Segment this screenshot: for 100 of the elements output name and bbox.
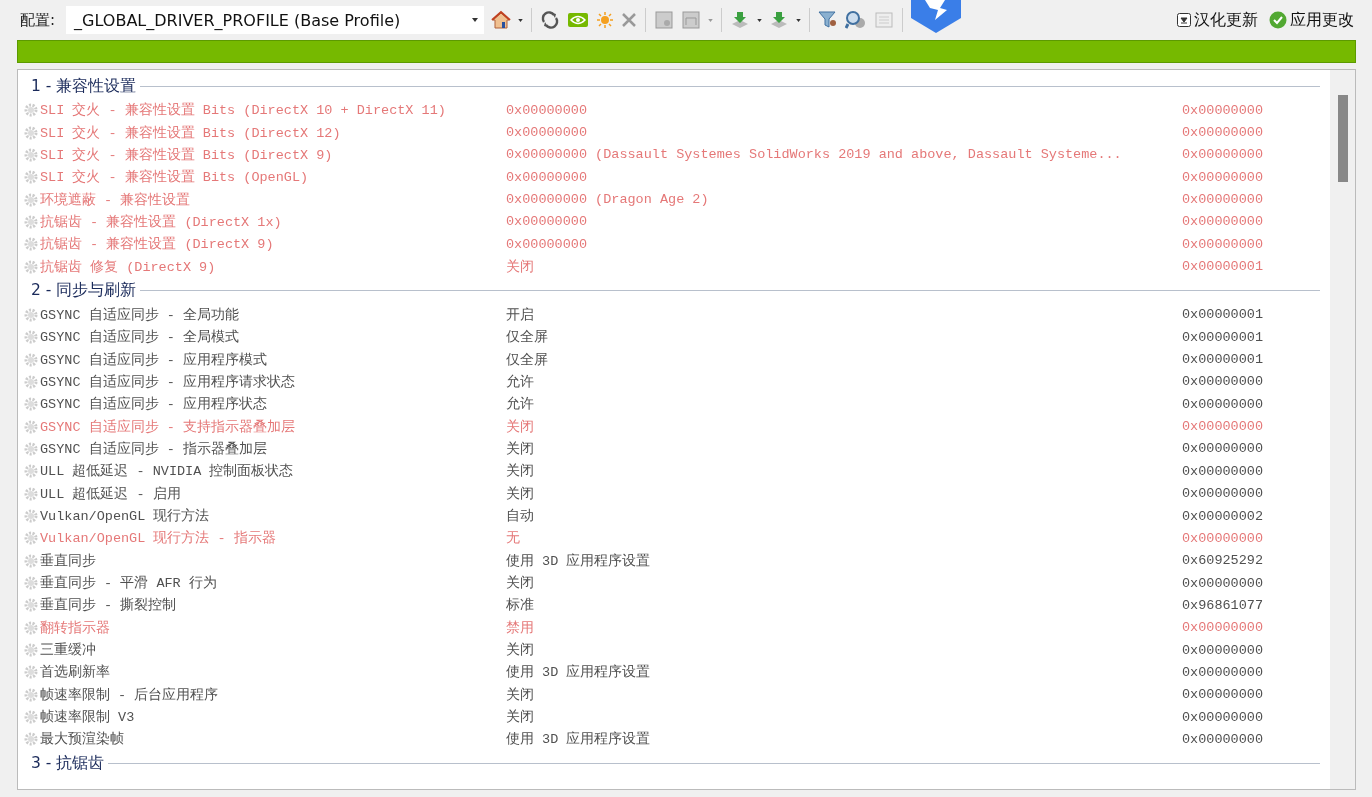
setting-name[interactable]: 帧速率限制 V3 [40,708,506,727]
setting-value[interactable]: 使用 3D 应用程序设置 [506,663,1182,682]
setting-value[interactable]: 关闭 [506,462,1182,481]
apply-button[interactable]: 应用更改 [1265,9,1358,31]
setting-name[interactable]: 最大预渲染帧 [40,730,506,749]
setting-hex-value: 0x00000000 [1182,214,1263,230]
gear-icon [24,531,38,546]
setting-name[interactable]: 首选刷新率 [40,663,506,682]
setting-name[interactable]: ULL 超低延迟 - NVIDIA 控制面板状态 [40,462,506,481]
profile-label: 配置: [20,10,56,30]
setting-name[interactable]: 三重缓冲 [40,641,506,660]
caret-icon[interactable] [796,18,802,22]
setting-hex-value: 0x00000001 [1182,352,1263,368]
setting-name[interactable]: Vulkan/OpenGL 现行方法 [40,507,506,525]
scrollbar-thumb[interactable] [1337,95,1348,182]
setting-hex-value: 0x00000000 [1182,236,1263,252]
profile-dropdown[interactable]: _GLOBAL_DRIVER_PROFILE (Base Profile) [66,6,485,34]
gear-icon [24,125,38,140]
setting-hex-value: 0x00000000 [1182,169,1263,185]
setting-value[interactable]: 仅全屏 [506,350,1182,369]
gear-icon [24,486,38,501]
gear-icon [24,419,38,434]
setting-name[interactable]: GSYNC 自适应同步 - 应用程序状态 [40,395,506,414]
gear-icon [24,576,38,591]
setting-value[interactable]: 允许 [506,372,1182,391]
gear-icon [24,710,38,725]
setting-name[interactable]: GSYNC 自适应同步 - 全局功能 [40,305,506,324]
gear-icon [24,665,38,680]
setting-hex-value: 0x00000000 [1182,664,1263,680]
gear-icon [24,214,38,229]
home-icon[interactable] [489,8,514,32]
gear-icon [24,237,38,252]
setting-value[interactable]: 关闭 [506,574,1182,593]
setting-name[interactable]: 垂直同步 [40,551,506,570]
setting-name[interactable]: GSYNC 自适应同步 - 全局模式 [40,328,506,347]
gear-icon [24,259,38,274]
setting-hex-value: 0x00000000 [1182,530,1263,546]
gear-icon [24,192,38,207]
setting-hex-value: 0x00000000 [1182,102,1263,118]
gear-icon [24,643,38,658]
setting-name[interactable]: GSYNC 自适应同步 - 指示器叠加层 [40,440,506,458]
gear-icon [24,352,38,367]
setting-hex-value: 0x00000001 [1182,259,1263,275]
gear-icon [24,170,38,185]
setting-hex-value: 0x00000001 [1182,329,1263,345]
update-button[interactable]: 汉化更新 [1173,9,1262,31]
setting-hex-value: 0x00000002 [1182,508,1263,524]
gear-icon [24,147,38,162]
setting-value[interactable]: 关闭 [506,440,1182,458]
gear-icon [24,598,38,613]
gear-icon [24,732,38,747]
setting-hex-value: 0x00000000 [1182,396,1263,412]
setting-hex-value: 0x60925292 [1182,553,1263,569]
caret-icon[interactable] [757,18,763,22]
group-header: 3 - 抗锯齿 [31,753,105,775]
gear-icon [24,509,38,523]
group-header: 1 - 兼容性设置 [31,75,137,97]
gear-icon [24,687,38,702]
setting-hex-value: 0x00000001 [1182,307,1263,323]
gear-icon [24,103,38,118]
gear-icon [24,374,38,389]
setting-value[interactable]: 关闭 [506,685,1182,704]
setting-hex-value: 0x00000000 [1182,147,1263,163]
setting-hex-value: 0x00000000 [1182,642,1263,658]
setting-value[interactable]: 关闭 [506,484,1182,503]
download-icon [1177,13,1191,27]
setting-value[interactable]: 标准 [506,596,1182,615]
setting-hex-value: 0x00000000 [1182,486,1263,502]
setting-name[interactable]: 帧速率限制 - 后台应用程序 [40,685,506,704]
setting-hex-value: 0x00000000 [1182,441,1263,457]
gear-icon [24,442,38,456]
setting-name[interactable]: 垂直同步 - 平滑 AFR 行为 [40,574,506,593]
setting-hex-value: 0x96861077 [1182,597,1263,613]
setting-hex-value: 0x00000000 [1182,374,1263,390]
setting-hex-value: 0x00000000 [1182,125,1263,140]
scrollbar[interactable] [1330,70,1355,789]
setting-name[interactable]: GSYNC 自适应同步 - 应用程序模式 [40,350,506,369]
setting-hex-value: 0x00000000 [1182,419,1263,435]
shield-logo-icon [911,0,962,33]
setting-value[interactable]: 开启 [506,305,1182,324]
setting-name[interactable]: GSYNC 自适应同步 - 应用程序请求状态 [40,372,506,391]
gear-icon [24,397,38,412]
setting-name[interactable]: ULL 超低延迟 - 启用 [40,484,506,503]
setting-hex-value: 0x00000000 [1182,192,1263,208]
gear-icon [24,307,38,322]
setting-value[interactable]: 使用 3D 应用程序设置 [506,551,1182,570]
setting-name[interactable]: 垂直同步 - 撕裂控制 [40,596,506,615]
setting-hex-value: 0x00000000 [1182,463,1263,479]
setting-value[interactable]: 使用 3D 应用程序设置 [506,730,1182,749]
gear-icon [24,553,38,568]
setting-value[interactable]: 关闭 [506,708,1182,727]
setting-hex-value: 0x00000000 [1182,575,1263,591]
caret-icon[interactable] [518,18,524,22]
caret-icon [472,18,479,22]
setting-value[interactable]: 仅全屏 [506,328,1182,347]
setting-value[interactable]: 允许 [506,395,1182,414]
gear-icon [24,620,38,635]
gear-icon [24,330,38,345]
setting-value[interactable]: 自动 [506,507,1182,525]
setting-value[interactable]: 关闭 [506,641,1182,660]
